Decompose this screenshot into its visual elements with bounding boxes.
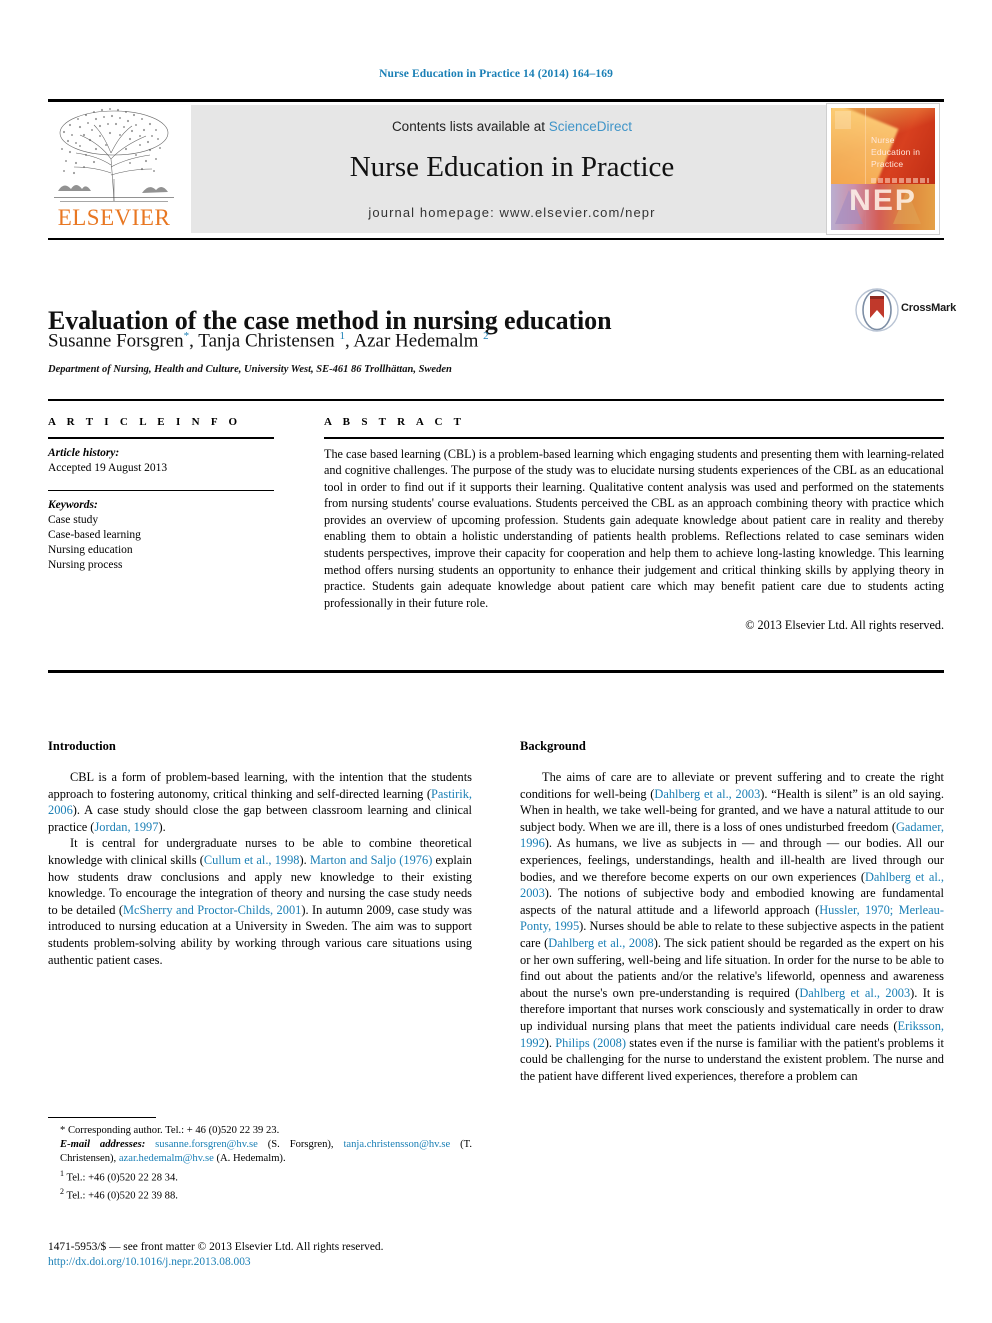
article-history-value: Accepted 19 August 2013 [48, 461, 168, 474]
cover-subtitle-bars [871, 178, 929, 183]
keyword-item: Case study [48, 514, 99, 526]
article-info-heading: A R T I C L E I N F O [48, 416, 242, 428]
introduction-heading: Introduction [48, 739, 116, 753]
cover-abbreviation: NEP [849, 184, 917, 217]
contents-prefix-text: Contents lists available at [391, 119, 549, 134]
introduction-paragraph: It is central for undergraduate nurses t… [48, 836, 472, 967]
info-rule-1 [48, 437, 274, 439]
abstract-text: The case based learning (CBL) is a probl… [324, 446, 945, 610]
abstract-block-top-rule [48, 399, 944, 401]
article-page: Nurse Education in Practice 14 (2014) 16… [0, 0, 992, 1323]
running-head-citation: Nurse Education in Practice 14 (2014) 16… [379, 68, 613, 80]
footnote-block: * Corresponding author. Tel.: + 46 (0)52… [48, 1124, 472, 1204]
masthead-bottom-rule [48, 238, 944, 240]
elsevier-logo: ELSEVIER [50, 105, 178, 233]
introduction-paragraph: CBL is a form of problem-based learning,… [48, 770, 472, 834]
keywords-label: Keywords: [48, 499, 98, 511]
elsevier-wordmark: ELSEVIER [57, 205, 171, 230]
body-column-left: Introduction CBL is a form of problem-ba… [48, 739, 472, 968]
footnote-tel-2: 2 Tel.: +46 (0)520 22 39 88. [60, 1187, 178, 1202]
journal-cover-thumbnail: Nurse Education in Practice NEP [826, 103, 940, 235]
contents-lists-line: Contents lists available at ScienceDirec… [191, 119, 833, 134]
email-addresses-note: E-mail addresses: susanne.forsgren@hv.se… [60, 1139, 472, 1165]
author-list: Susanne Forsgren*, Tanja Christensen 1, … [48, 330, 489, 352]
author-affiliation: Department of Nursing, Health and Cultur… [48, 364, 452, 375]
elsevier-tree-icon [54, 108, 174, 202]
sciencedirect-link[interactable]: ScienceDirect [549, 119, 632, 134]
background-paragraph: The aims of care are to alleviate or pre… [520, 770, 944, 1083]
body-column-right: Background The aims of care are to allev… [520, 739, 944, 1084]
sciencedirect-panel: Contents lists available at ScienceDirec… [191, 105, 833, 233]
abstract-block-bottom-rule [48, 670, 944, 673]
issn-front-matter: 1471-5953/$ — see front matter © 2013 El… [48, 1241, 384, 1253]
keyword-item: Case-based learning [48, 529, 141, 541]
article-history-label: Article history: [48, 446, 120, 459]
background-heading: Background [520, 739, 586, 753]
abstract-rule [324, 437, 944, 439]
info-rule-2 [48, 489, 274, 491]
footnote-tel-1: 1 Tel.: +46 (0)520 22 28 34. [60, 1168, 178, 1184]
masthead-top-rule [48, 99, 944, 102]
issn-copyright-block: 1471-5953/$ — see front matter © 2013 El… [48, 1240, 518, 1270]
keyword-item: Nursing education [48, 544, 133, 556]
footnote-separator-rule [48, 1117, 156, 1118]
crossmark-label: CrossMark [901, 302, 957, 314]
journal-masthead: ELSEVIER Contents lists available at Sci… [48, 99, 944, 240]
crossmark-icon [855, 288, 899, 332]
cover-artwork: Nurse Education in Practice NEP [831, 108, 935, 230]
cover-journal-title: Nurse Education in Practice [871, 135, 921, 169]
corresponding-author-note: * Corresponding author. Tel.: + 46 (0)52… [60, 1125, 280, 1136]
abstract-column: A B S T R A C T The case based learning … [324, 416, 944, 634]
article-info-column: A R T I C L E I N F O Article history: A… [48, 416, 274, 573]
abstract-heading: A B S T R A C T [324, 416, 466, 428]
cover-elsevier-mark [835, 111, 851, 129]
keyword-item: Nursing process [48, 559, 123, 571]
journal-homepage-line[interactable]: journal homepage: www.elsevier.com/nepr [191, 205, 833, 220]
doi-link[interactable]: http://dx.doi.org/10.1016/j.nepr.2013.08… [48, 1255, 518, 1270]
abstract-copyright: © 2013 Elsevier Ltd. All rights reserved… [745, 618, 944, 633]
journal-title: Nurse Education in Practice [349, 151, 675, 183]
crossmark-badge[interactable]: CrossMark [855, 288, 956, 334]
